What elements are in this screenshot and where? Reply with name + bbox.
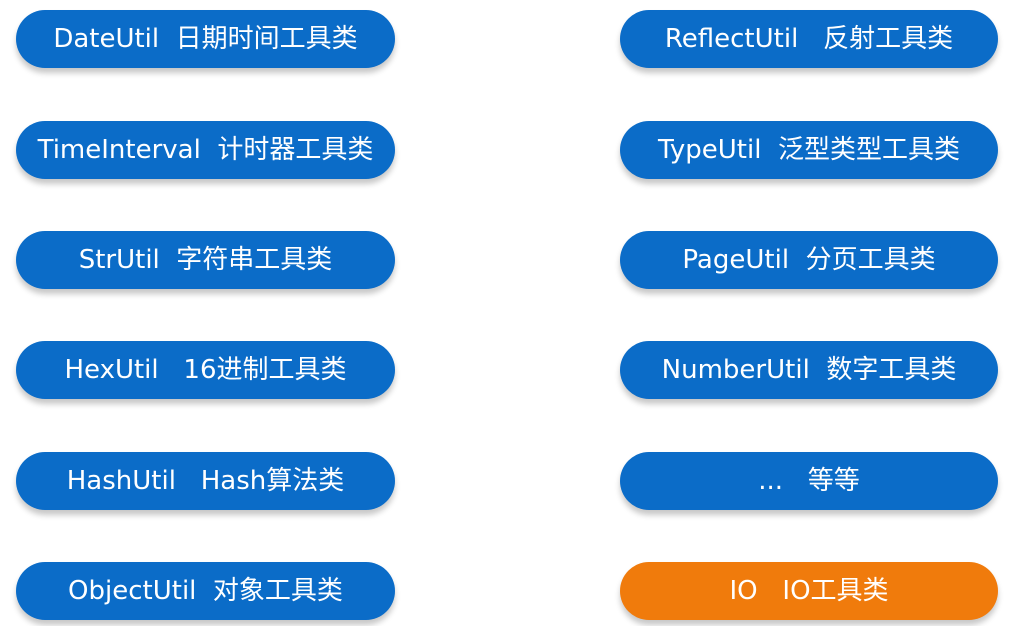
- left-pill-hexutil[interactable]: HexUtil 16进制工具类: [16, 341, 395, 399]
- left-pill-strutil[interactable]: StrUtil 字符串工具类: [16, 231, 395, 289]
- right-pill-etc[interactable]: ... 等等: [620, 452, 998, 510]
- right-pill-pageutil[interactable]: PageUtil 分页工具类: [620, 231, 998, 289]
- right-pill-numberutil[interactable]: NumberUtil 数字工具类: [620, 341, 998, 399]
- right-pill-reflectutil[interactable]: ReflectUtil 反射工具类: [620, 10, 998, 68]
- left-pill-objectutil[interactable]: ObjectUtil 对象工具类: [16, 562, 395, 620]
- right-pill-typeutil[interactable]: TypeUtil 泛型类型工具类: [620, 121, 998, 179]
- left-pill-hashutil[interactable]: HashUtil Hash算法类: [16, 452, 395, 510]
- left-pill-timeinterval[interactable]: TimeInterval 计时器工具类: [16, 121, 395, 179]
- left-pill-dateutil[interactable]: DateUtil 日期时间工具类: [16, 10, 395, 68]
- right-pill-io[interactable]: IO IO工具类: [620, 562, 998, 620]
